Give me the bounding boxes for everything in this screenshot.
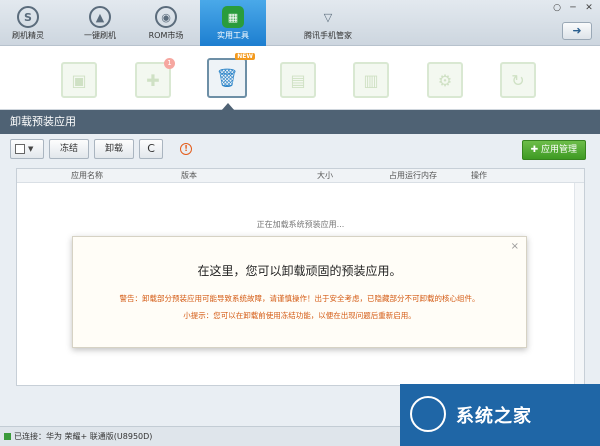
warning-icon[interactable]: ! [180, 143, 193, 155]
watermark-text: 系统之家 [456, 406, 532, 427]
nav-label: 腾讯手机管家 [304, 31, 352, 40]
trash-can-icon: 🗑 [215, 67, 239, 89]
notification-badge: 1 [164, 58, 175, 69]
tools-grid-icon: ▦ [222, 6, 244, 28]
column-header-size[interactable]: 大小 [317, 170, 333, 181]
market-bag-icon: ▣ [71, 70, 87, 90]
tool-settings-doc[interactable]: ⚙ [427, 62, 463, 98]
plugin-puzzle-icon: ✚ [146, 70, 160, 90]
export-doc-icon: ▥ [363, 70, 379, 90]
column-header-app-name[interactable]: 应用名称 [71, 170, 103, 181]
section-title: 卸载预装应用 [0, 110, 600, 134]
dialog-title: 在这里，您可以卸载顽固的预装应用。 [197, 264, 402, 278]
refresh-doc-icon: ↻ [511, 70, 525, 90]
window-controls: ○ ─ ✕ [550, 2, 596, 14]
column-header-version[interactable]: 版本 [181, 170, 197, 181]
uninstall-button[interactable]: 卸载 [94, 139, 135, 159]
chevron-down-icon: ▼ [28, 145, 34, 153]
app-manage-button[interactable]: ✚ 应用管理 [521, 140, 586, 160]
arrow-right-icon: ➜ [572, 24, 582, 37]
house-logo-icon [410, 396, 446, 432]
loading-text: 正在加载系统预装应用... [256, 220, 345, 229]
app-manage-label: 应用管理 [540, 145, 577, 155]
select-all-checkbox[interactable] [15, 144, 25, 154]
top-navigation-bar: S 刷机精灵 ▲ 一键刷机 ◉ ROM市场 ▦ 实用工具 ▽ 腾讯手机管家 ○ … [0, 0, 600, 46]
nav-brush-wizard[interactable]: S 刷机精灵 [2, 0, 54, 46]
close-icon[interactable]: × [511, 241, 519, 252]
nav-label: ROM市场 [148, 31, 184, 40]
table-scrollbar[interactable] [574, 183, 584, 385]
feedback-icon[interactable]: ○ [550, 2, 564, 14]
sync-button[interactable]: ➜ [562, 22, 592, 40]
freeze-button[interactable]: 冻结 [49, 139, 90, 159]
nav-tools[interactable]: ▦ 实用工具 [200, 0, 266, 46]
rom-market-icon: ◉ [155, 6, 177, 28]
tool-export[interactable]: ▥ [353, 62, 389, 98]
tool-refresh-doc[interactable]: ↻ [500, 62, 536, 98]
nav-tencent-manager[interactable]: ▽ 腾讯手机管家 [288, 0, 368, 46]
connection-status-icon [4, 433, 11, 440]
tool-uninstall-preinstalled[interactable]: 🗑 NEW [207, 53, 255, 98]
nav-label: 一键刷机 [84, 31, 116, 40]
nav-label: 刷机精灵 [12, 31, 44, 40]
close-icon[interactable]: ✕ [582, 2, 596, 14]
minimize-icon[interactable]: ─ [566, 2, 580, 14]
tool-market[interactable]: ▣ [61, 62, 97, 98]
nav-label: 实用工具 [217, 31, 249, 40]
settings-doc-icon: ⚙ [437, 70, 453, 90]
select-all-dropdown[interactable]: ▼ [10, 139, 44, 159]
dialog-tip-text: 小提示：您可以在卸载前使用冻结功能，以便在出现问题后重新启用。 [183, 311, 416, 320]
tencent-shield-icon: ▽ [323, 10, 333, 24]
nav-rom-market[interactable]: ◉ ROM市场 [140, 0, 192, 46]
watermark-logo: 系统之家 [400, 384, 600, 446]
tool-document[interactable]: ▤ [280, 62, 316, 98]
puzzle-icon: ✚ [530, 145, 539, 155]
brush-wizard-icon: S [17, 6, 39, 28]
new-badge: NEW [235, 53, 255, 60]
action-toolbar: ▼ 冻结 卸载 C ! [10, 138, 193, 160]
refresh-button[interactable]: C [139, 139, 164, 159]
document-copy-icon: ▤ [290, 70, 306, 90]
table-header: 应用名称 版本 大小 占用运行内存 操作 [17, 169, 584, 183]
info-dialog: × 在这里，您可以卸载顽固的预装应用。 警告：卸载部分预装应用可能导致系统故障，… [72, 236, 527, 348]
refresh-icon: C [147, 142, 155, 155]
tool-plugin[interactable]: ✚ 1 [135, 58, 175, 98]
dialog-warning-text: 警告：卸载部分预装应用可能导致系统故障，请谨慎操作！出于安全考虑，已隐藏部分不可… [119, 294, 480, 303]
nav-one-key-flash[interactable]: ▲ 一键刷机 [74, 0, 126, 46]
connection-status-text: 已连接：华为 荣耀+ 联通版(U8950D) [14, 432, 153, 441]
one-key-flash-icon: ▲ [89, 6, 111, 28]
column-header-memory[interactable]: 占用运行内存 [389, 170, 437, 181]
tools-row: ▣ ✚ 1 🗑 NEW ▤ ▥ ⚙ ↻ [0, 46, 600, 110]
column-header-action: 操作 [471, 171, 487, 180]
